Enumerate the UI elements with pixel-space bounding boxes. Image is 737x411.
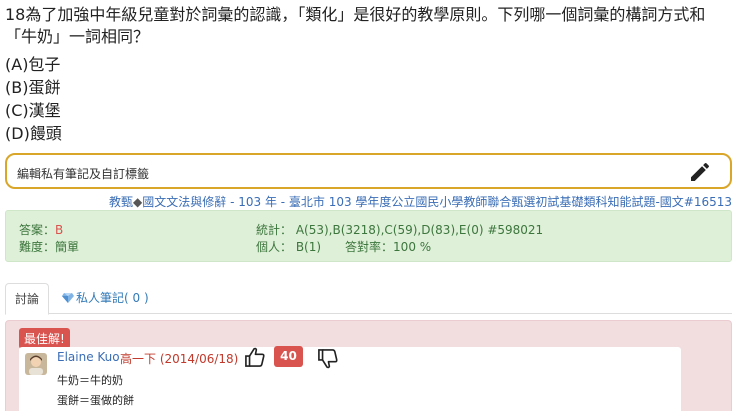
options-list: (A)包子 (B)蛋餅 (C)漢堡 (D)饅頭 [5,53,62,145]
answer-label: 答案： [19,223,56,237]
diamond-icon [62,293,74,303]
personal-stats: 個人： B(1) 答對率：100 % [256,240,432,254]
answer-line-1: 牛奶＝牛的奶 [57,374,123,387]
tag-breadcrumb: 教甄◆國文文法與修辭 - 103 年 - 臺北市 103 學年度公立國民小學教師… [109,193,732,210]
stats-panel: 答案：B 難度：簡單 統計： A(53),B(3218),C(59),D(83)… [5,210,732,262]
thumbs-up-icon[interactable] [244,347,266,367]
tag-separator: ◆ [133,195,143,209]
tab-private-notes[interactable]: 私人筆記( 0 ) [53,283,158,314]
author-meta: 高一下 (2014/06/18) [120,352,239,366]
vote-count: 40 [274,346,303,367]
best-answer-panel: 最佳解! Elaine Kuo 高一下 (2014/06/18) 40 牛奶＝牛… [5,320,732,411]
answer-line-2: 蛋餅＝蛋做的餅 [57,394,134,407]
difficulty: 難度：簡單 [19,240,80,254]
answer-row: 答案：B [19,221,63,238]
best-answer-badge: 最佳解! [19,328,70,349]
answer-value: B [55,223,64,237]
option-b: (B)蛋餅 [5,78,61,97]
option-d: (D)饅頭 [5,124,62,143]
tab-private-notes-label: 私人筆記( 0 ) [76,291,149,305]
tab-discussion[interactable]: 討論 [5,283,50,315]
tab-bar: 討論 私人筆記( 0 ) [5,283,732,315]
pencil-icon[interactable] [688,160,712,184]
option-a: (A)包子 [5,55,61,74]
statistics: 統計： A(53),B(3218),C(59),D(83),E(0) #5980… [256,223,544,237]
private-note-editor[interactable]: 編輯私有筆記及自訂標籤 [5,153,732,189]
option-c: (C)漢堡 [5,101,61,120]
tag-exam[interactable]: - 103 年 - 臺北市 103 學年度公立國民小學教師聯合甄選初試基礎類科知… [226,195,732,209]
tag-category[interactable]: 教甄 [109,195,133,209]
tag-subject[interactable]: 國文文法與修辭 [142,195,226,209]
author-link[interactable]: Elaine Kuo [57,350,120,364]
thumbs-down-icon[interactable] [317,349,339,369]
answer-card: Elaine Kuo 高一下 (2014/06/18) 40 牛奶＝牛的奶 蛋餅… [19,346,681,411]
tab-discussion-label: 討論 [15,292,40,306]
avatar-image [25,353,47,375]
avatar[interactable] [25,353,47,375]
note-placeholder: 編輯私有筆記及自訂標籤 [17,167,150,181]
question-text: 18為了加強中年級兒童對於詞彙的認識，「類化」是很好的教學原則。下列哪一個詞彙的… [5,5,706,46]
